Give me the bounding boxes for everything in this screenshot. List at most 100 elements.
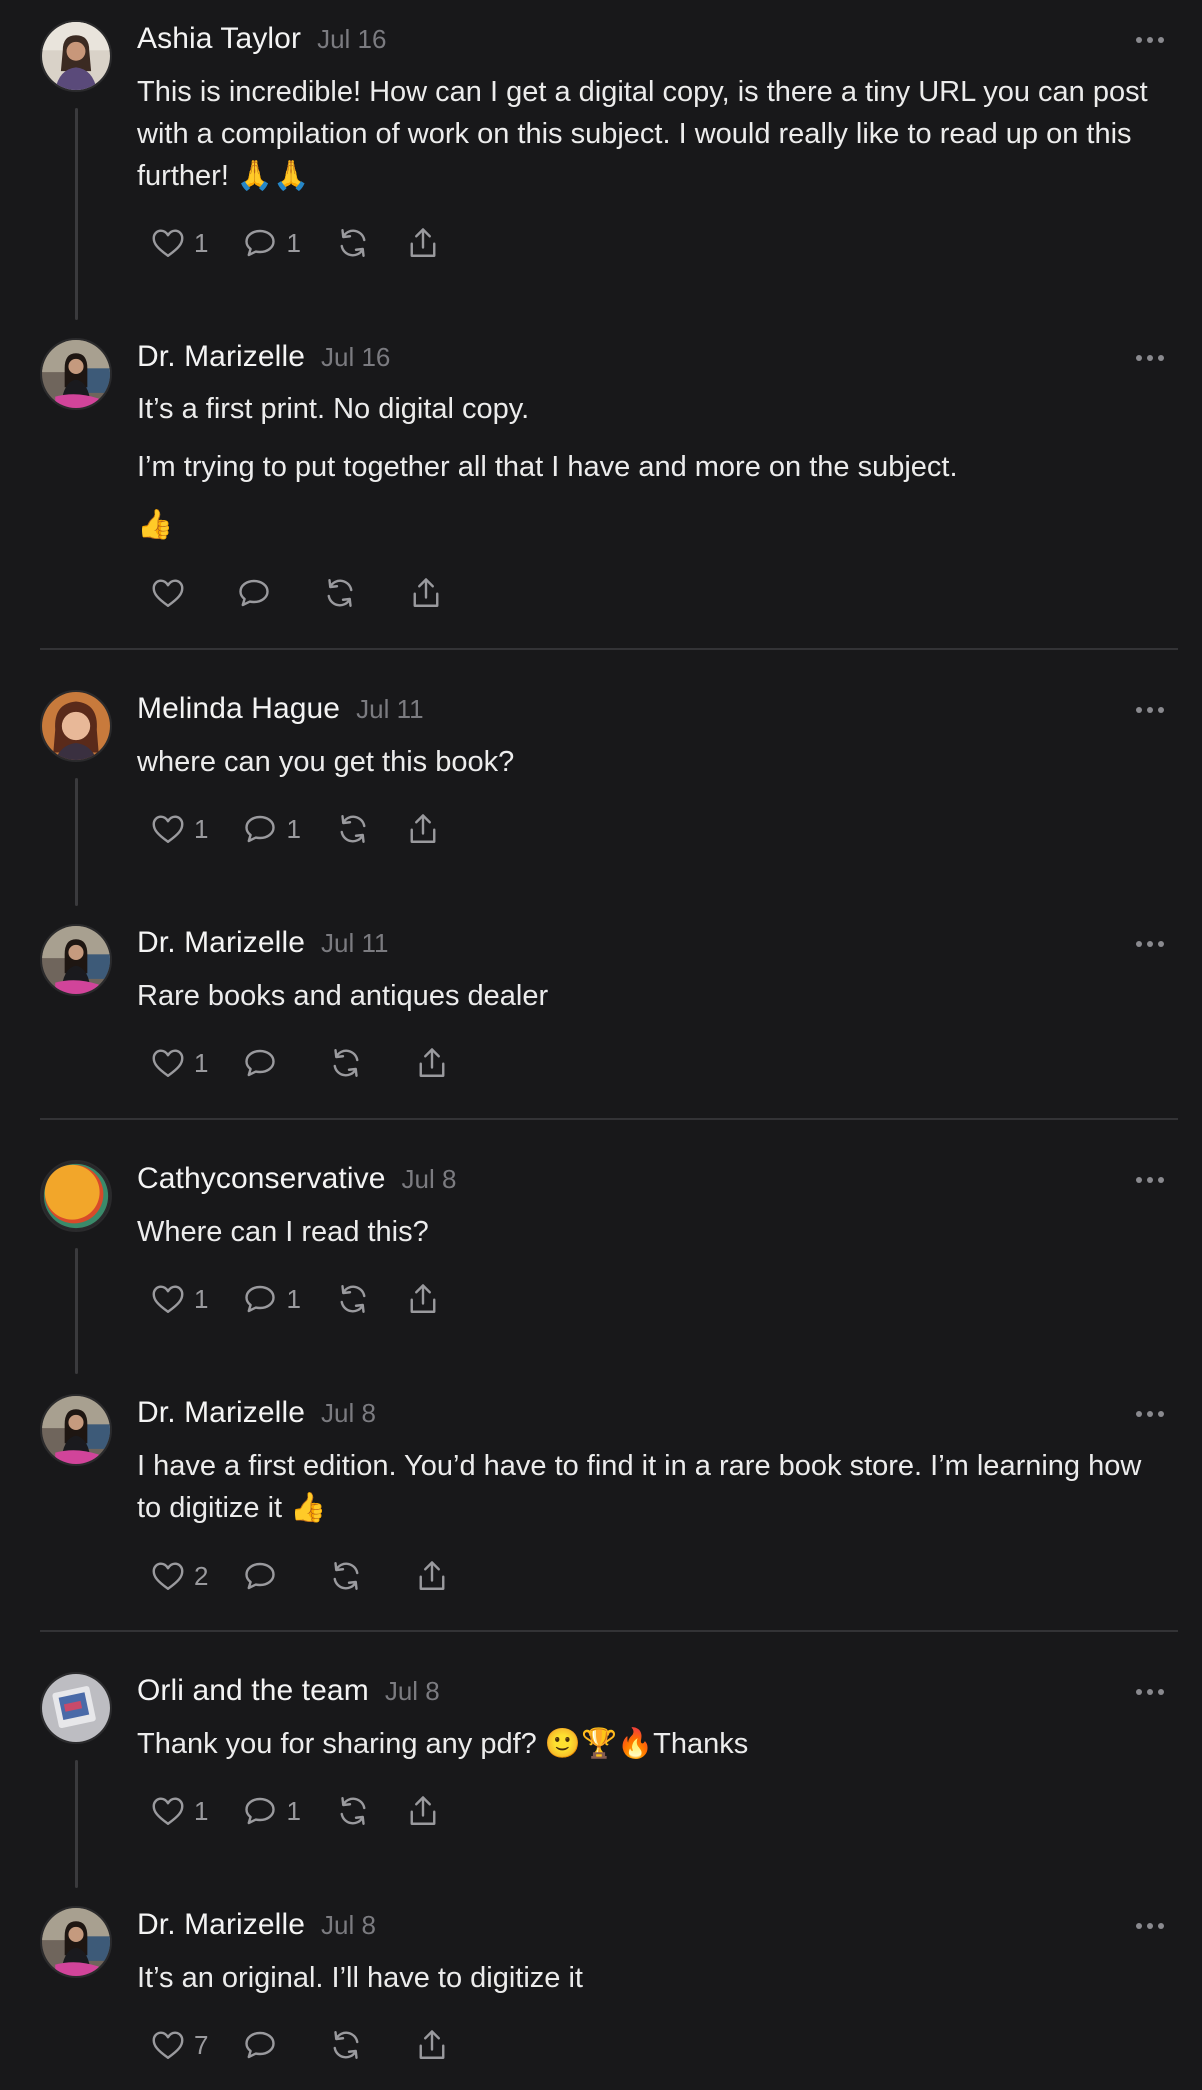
author-name[interactable]: Ashia Taylor — [137, 22, 301, 56]
heart-icon — [152, 815, 184, 843]
share-button[interactable] — [414, 1558, 450, 1594]
more-options-button[interactable] — [1128, 30, 1172, 50]
share-icon — [413, 578, 439, 607]
heart-icon — [152, 1562, 184, 1590]
comment-paragraph: Where can I read this? — [137, 1216, 429, 1248]
comment-text: where can you get this book? — [137, 741, 1177, 783]
share-icon — [410, 1796, 436, 1825]
repost-button[interactable] — [328, 1558, 364, 1594]
more-options-button[interactable] — [1128, 1170, 1172, 1190]
avatar[interactable] — [40, 1160, 112, 1232]
comment-paragraph: Thank you for sharing any pdf? 🙂🏆🔥Thanks — [137, 1728, 749, 1760]
repost-button[interactable] — [335, 225, 371, 261]
share-button[interactable] — [405, 1281, 441, 1317]
thread-divider — [40, 1630, 1178, 1632]
speech-bubble-icon — [245, 1562, 276, 1590]
repost-button[interactable] — [328, 2027, 364, 2063]
comment-paragraph: I’m trying to put together all that I ha… — [137, 451, 958, 483]
reply-count: 1 — [286, 1795, 301, 1826]
more-options-button[interactable] — [1128, 700, 1172, 720]
reply-count: 1 — [286, 1283, 301, 1314]
comment-text: Where can I read this? — [137, 1211, 1177, 1253]
avatar[interactable] — [40, 924, 112, 996]
more-options-button[interactable] — [1128, 348, 1172, 368]
heart-icon — [152, 1285, 184, 1313]
avatar[interactable] — [40, 690, 112, 762]
repost-button[interactable] — [335, 811, 371, 847]
repost-button[interactable] — [335, 1793, 371, 1829]
repost-icon — [334, 1049, 359, 1077]
share-button[interactable] — [405, 225, 441, 261]
thread-line — [75, 1248, 78, 1374]
share-button[interactable] — [405, 811, 441, 847]
repost-button[interactable] — [328, 1045, 364, 1081]
like-button[interactable]: 1 — [150, 225, 208, 261]
repost-icon — [334, 2031, 359, 2059]
reply-button[interactable] — [242, 2027, 278, 2063]
heart-icon — [152, 229, 184, 257]
author-name[interactable]: Dr. Marizelle — [137, 340, 305, 374]
comment-paragraph: This is incredible! How can I get a digi… — [137, 76, 1148, 192]
author-name[interactable]: Orli and the team — [137, 1674, 369, 1708]
speech-bubble-icon — [245, 815, 276, 843]
reply-button[interactable]: 1 — [242, 811, 301, 847]
comment-text: It’s an original. I’ll have to digitize … — [137, 1957, 1177, 1999]
share-icon — [420, 1048, 445, 1077]
more-options-button[interactable] — [1128, 1916, 1172, 1936]
thread-line — [75, 778, 78, 906]
author-name[interactable]: Dr. Marizelle — [137, 926, 305, 960]
repost-button[interactable] — [322, 575, 358, 611]
like-button[interactable]: 7 — [150, 2027, 208, 2063]
reply-button[interactable]: 1 — [242, 1281, 301, 1317]
reply-count: 1 — [286, 813, 301, 844]
repost-icon — [340, 229, 366, 257]
like-button[interactable]: 1 — [150, 1793, 208, 1829]
more-options-button[interactable] — [1128, 934, 1172, 954]
share-button[interactable] — [405, 1793, 441, 1829]
like-button[interactable]: 1 — [150, 811, 208, 847]
speech-bubble-icon — [245, 1797, 276, 1825]
thread-line — [75, 108, 78, 320]
reply-button[interactable] — [242, 1045, 278, 1081]
reply-button[interactable] — [242, 1558, 278, 1594]
like-button[interactable]: 2 — [150, 1558, 208, 1594]
avatar[interactable] — [40, 1394, 112, 1466]
avatar[interactable] — [40, 338, 112, 410]
reply-button[interactable]: 1 — [242, 225, 301, 261]
like-count: 1 — [194, 227, 209, 258]
avatar[interactable] — [40, 1906, 112, 1978]
comment-paragraph: I have a first edition. You’d have to fi… — [137, 1450, 1142, 1524]
share-button[interactable] — [414, 1045, 450, 1081]
more-options-button[interactable] — [1128, 1404, 1172, 1424]
share-icon — [410, 228, 436, 257]
share-button[interactable] — [408, 575, 444, 611]
speech-bubble-icon — [239, 579, 269, 607]
comment-paragraph: It’s an original. I’ll have to digitize … — [137, 1962, 583, 1994]
author-name[interactable]: Melinda Hague — [137, 692, 340, 726]
like-button[interactable]: 1 — [150, 1281, 208, 1317]
comment-date: Jul 11 — [356, 694, 424, 724]
author-name[interactable]: Cathyconservative — [137, 1162, 385, 1196]
like-button[interactable] — [150, 575, 186, 611]
share-button[interactable] — [414, 2027, 450, 2063]
comment-date: Jul 16 — [317, 24, 387, 54]
comment-paragraph: 👍 — [137, 509, 174, 541]
comment-text: This is incredible! How can I get a digi… — [137, 71, 1177, 197]
comment-paragraph: It’s a first print. No digital copy. — [137, 393, 530, 425]
reply-button[interactable] — [236, 575, 272, 611]
comment-text: Rare books and antiques dealer — [137, 975, 1177, 1017]
like-button[interactable]: 1 — [150, 1045, 208, 1081]
comment-date: Jul 8 — [321, 1398, 376, 1428]
author-name[interactable]: Dr. Marizelle — [137, 1396, 305, 1430]
like-count: 2 — [194, 1560, 209, 1591]
repost-button[interactable] — [335, 1281, 371, 1317]
more-options-button[interactable] — [1128, 1682, 1172, 1702]
author-name[interactable]: Dr. Marizelle — [137, 1908, 305, 1942]
avatar[interactable] — [40, 20, 112, 92]
avatar[interactable] — [40, 1672, 112, 1744]
speech-bubble-icon — [245, 1285, 276, 1313]
repost-icon — [334, 1562, 359, 1590]
comment-date: Jul 8 — [321, 1910, 376, 1940]
comment-date: Jul 8 — [401, 1164, 457, 1194]
reply-button[interactable]: 1 — [242, 1793, 301, 1829]
